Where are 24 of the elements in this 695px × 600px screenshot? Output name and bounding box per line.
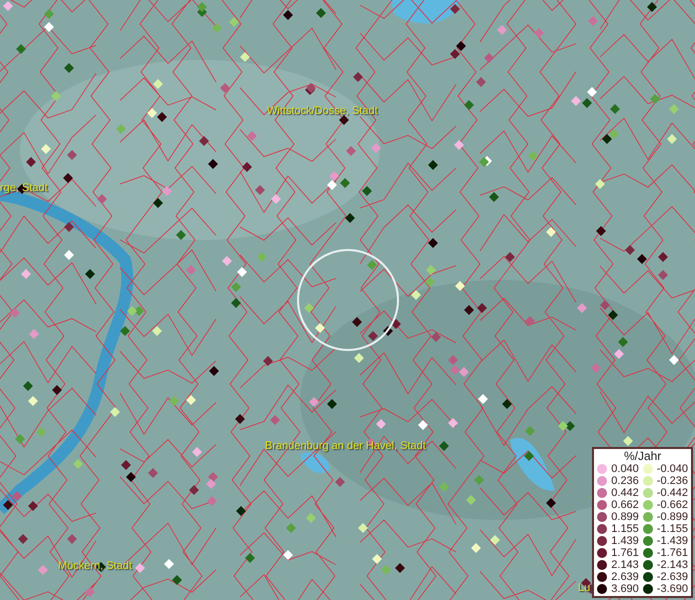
legend-value: -2.143 bbox=[656, 559, 688, 571]
legend-value: 0.040 bbox=[611, 463, 639, 475]
legend-value: 1.439 bbox=[611, 535, 639, 547]
legend-value: -1.761 bbox=[656, 547, 688, 559]
legend-value: 0.442 bbox=[611, 487, 639, 499]
legend-value: 1.155 bbox=[611, 523, 639, 535]
legend-title: %/Jahr bbox=[622, 449, 662, 463]
legend-value: -0.040 bbox=[656, 463, 688, 475]
selection-circle[interactable] bbox=[297, 249, 399, 351]
legend-value: -0.442 bbox=[656, 487, 688, 499]
legend-value: 0.236 bbox=[611, 475, 639, 487]
legend-value: 0.662 bbox=[611, 499, 639, 511]
legend-value: 3.690 bbox=[611, 583, 639, 595]
legend-value: -1.439 bbox=[656, 535, 688, 547]
legend-value: -2.639 bbox=[656, 571, 688, 583]
legend-value: 2.639 bbox=[611, 571, 639, 583]
legend-value: 1.761 bbox=[611, 547, 639, 559]
legend-value: -0.236 bbox=[656, 475, 688, 487]
legend-value: -0.899 bbox=[656, 511, 688, 523]
legend-value: -3.690 bbox=[656, 583, 688, 595]
legend-value: -0.662 bbox=[656, 499, 688, 511]
legend-value: -1.155 bbox=[656, 523, 688, 535]
legend-value: 0.899 bbox=[611, 511, 639, 523]
legend-value: 2.143 bbox=[611, 559, 639, 571]
